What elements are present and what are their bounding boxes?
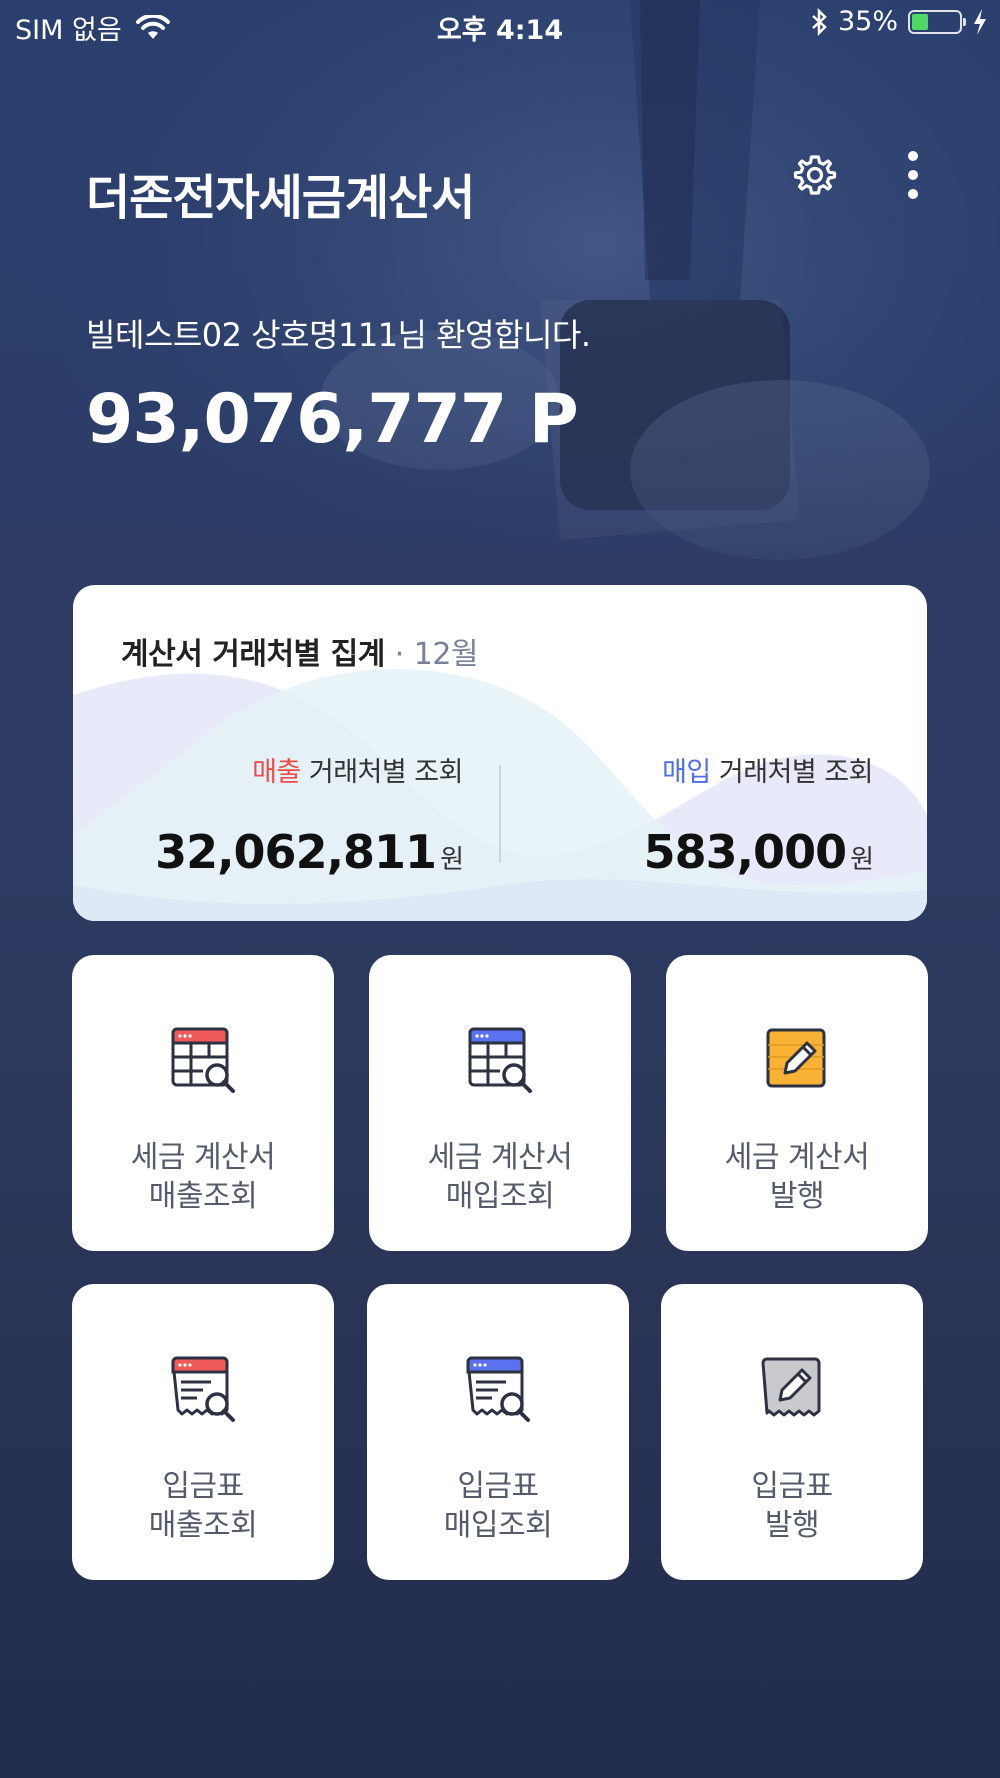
tile-label-line1: 세금 계산서 xyxy=(724,1140,870,1175)
status-bar: SIM 없음 오후 4:14 35% xyxy=(0,0,1000,50)
battery-level xyxy=(912,13,928,30)
summary-separator: · xyxy=(394,637,405,672)
tile-label-line1: 입금표 xyxy=(162,1469,244,1504)
tile-receipt-sales-search[interactable]: 입금표 매출조회 xyxy=(72,1284,334,1580)
kebab-menu-icon xyxy=(908,151,918,199)
tile-label-line2: 매출조회 xyxy=(148,1508,258,1543)
tile-label-line1: 세금 계산서 xyxy=(130,1140,276,1175)
purchase-highlight: 매입 xyxy=(662,757,711,788)
tile-label: 입금표 발행 xyxy=(661,1467,923,1545)
tax-invoice-issue-icon xyxy=(766,1028,826,1088)
summary-title: 계산서 거래처별 집계 · 12월 xyxy=(121,629,479,673)
tile-label: 입금표 매입조회 xyxy=(367,1467,629,1545)
more-menu-button[interactable] xyxy=(888,150,938,200)
tile-label-line2: 발행 xyxy=(764,1508,820,1543)
sales-amount: 32,062,811 xyxy=(155,825,437,879)
app-screen: SIM 없음 오후 4:14 35% 더존전자세금계산서 빌테스트02 상호명1… xyxy=(0,0,1000,1778)
tile-tax-invoice-issue[interactable]: 세금 계산서 발행 xyxy=(666,955,928,1251)
welcome-message: 빌테스트02 상호명111님 환영합니다. xyxy=(86,316,591,354)
purchase-unit: 원 xyxy=(850,845,874,875)
battery-icon xyxy=(908,9,966,34)
purchase-summary[interactable]: 매입 거래처별 조회 583,000 원 xyxy=(533,750,874,879)
tile-label-line1: 입금표 xyxy=(457,1469,539,1504)
sales-summary[interactable]: 매출 거래처별 조회 32,062,811 원 xyxy=(123,750,464,879)
receipt-issue-icon xyxy=(761,1357,821,1417)
status-right: 35% xyxy=(810,6,988,37)
tile-label-line2: 매출조회 xyxy=(148,1179,258,1214)
tile-label-line2: 발행 xyxy=(769,1179,825,1214)
battery-percent: 35% xyxy=(837,6,898,37)
purchase-amount-row: 583,000 원 xyxy=(533,825,874,879)
tile-label: 세금 계산서 발행 xyxy=(666,1138,928,1216)
purchase-label-text: 거래처별 조회 xyxy=(710,757,874,788)
gear-icon xyxy=(793,155,837,195)
purchase-amount: 583,000 xyxy=(643,825,848,879)
sales-highlight: 매출 xyxy=(252,757,301,788)
summary-divider xyxy=(499,765,501,863)
tile-label-line1: 입금표 xyxy=(751,1469,833,1504)
tile-receipt-issue[interactable]: 입금표 발행 xyxy=(661,1284,923,1580)
bluetooth-icon xyxy=(812,7,827,36)
sales-amount-row: 32,062,811 원 xyxy=(123,825,464,879)
receipt-sales-search-icon xyxy=(171,1356,235,1422)
tile-label-line1: 세금 계산서 xyxy=(427,1140,573,1175)
header-actions xyxy=(790,150,938,200)
tile-receipt-purchase-search[interactable]: 입금표 매입조회 xyxy=(367,1284,629,1580)
tile-label: 세금 계산서 매출조회 xyxy=(72,1138,334,1216)
tile-label: 세금 계산서 매입조회 xyxy=(369,1138,631,1216)
charging-bolt-icon xyxy=(974,8,986,35)
tax-invoice-purchase-search-icon xyxy=(468,1027,532,1093)
sales-unit: 원 xyxy=(440,845,464,875)
summary-card: 계산서 거래처별 집계 · 12월 매출 거래처별 조회 32,062,811 원… xyxy=(73,585,927,921)
tile-label-line2: 매입조회 xyxy=(443,1508,553,1543)
sales-label-text: 거래처별 조회 xyxy=(300,757,464,788)
app-title: 더존전자세금계산서 xyxy=(86,170,475,226)
points-balance: 93,076,777 P xyxy=(86,380,579,459)
tile-label: 입금표 매출조회 xyxy=(72,1467,334,1545)
sales-summary-label: 매출 거래처별 조회 xyxy=(123,750,463,789)
summary-month: 12월 xyxy=(413,637,479,672)
tile-label-line2: 매입조회 xyxy=(445,1179,555,1214)
receipt-purchase-search-icon xyxy=(466,1356,530,1422)
tax-invoice-sales-search-icon xyxy=(171,1027,235,1093)
tile-tax-invoice-purchase-search[interactable]: 세금 계산서 매입조회 xyxy=(369,955,631,1251)
summary-title-text: 계산서 거래처별 집계 xyxy=(121,637,385,672)
settings-button[interactable] xyxy=(790,150,840,200)
tile-tax-invoice-sales-search[interactable]: 세금 계산서 매출조회 xyxy=(72,955,334,1251)
purchase-summary-label: 매입 거래처별 조회 xyxy=(533,750,873,789)
